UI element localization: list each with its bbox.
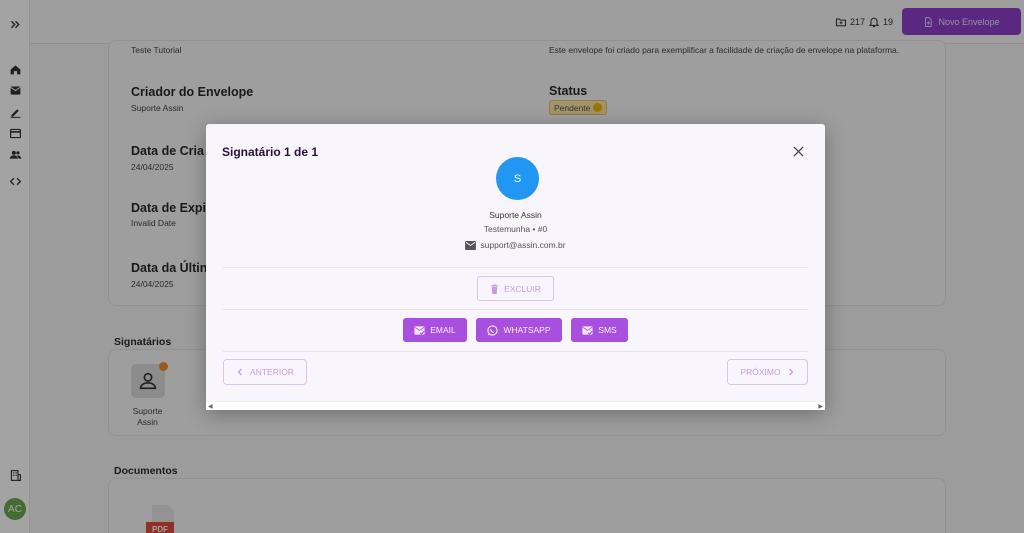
whatsapp-label: WHATSAPP bbox=[503, 325, 551, 335]
delete-label: EXCLUIR bbox=[504, 283, 541, 294]
next-label: PRÓXIMO bbox=[740, 367, 781, 377]
close-icon bbox=[792, 145, 804, 157]
trash-icon bbox=[490, 284, 499, 294]
scroll-right-arrow[interactable]: ▶ bbox=[818, 403, 823, 410]
delete-button[interactable]: EXCLUIR bbox=[477, 276, 554, 301]
sms-check-icon bbox=[582, 325, 593, 335]
next-button[interactable]: PRÓXIMO bbox=[727, 359, 808, 385]
email-label: EMAIL bbox=[430, 325, 456, 335]
signatory-role: Testemunha • #0 bbox=[483, 224, 548, 234]
scroll-left-arrow[interactable]: ◀ bbox=[208, 403, 213, 410]
signatory-email: support@assin.com.br bbox=[480, 240, 566, 250]
email-check-icon bbox=[414, 325, 425, 335]
email-icon bbox=[465, 240, 477, 250]
signatory-name: Suporte Assin bbox=[489, 210, 542, 220]
send-email-button[interactable]: EMAIL bbox=[403, 318, 467, 342]
previous-button[interactable]: ANTERIOR bbox=[223, 359, 307, 385]
chevron-left-icon bbox=[237, 368, 242, 376]
send-whatsapp-button[interactable]: WHATSAPP bbox=[476, 318, 562, 342]
signatory-avatar: S bbox=[496, 157, 539, 200]
signatory-modal: Signatário 1 de 1 S Suporte Assin Testem… bbox=[206, 124, 825, 410]
close-button[interactable] bbox=[791, 144, 805, 158]
modal-title: Signatário 1 de 1 bbox=[222, 145, 319, 159]
sms-label: SMS bbox=[598, 325, 617, 335]
divider bbox=[223, 309, 808, 310]
chevron-right-icon bbox=[788, 368, 793, 376]
divider bbox=[223, 351, 808, 352]
send-sms-button[interactable]: SMS bbox=[571, 318, 628, 342]
divider bbox=[223, 267, 808, 268]
previous-label: ANTERIOR bbox=[250, 367, 294, 377]
signatory-email-row: support@assin.com.br bbox=[206, 240, 825, 250]
horizontal-scrollbar[interactable]: ◀ ▶ bbox=[206, 401, 825, 410]
whatsapp-icon bbox=[487, 324, 499, 336]
